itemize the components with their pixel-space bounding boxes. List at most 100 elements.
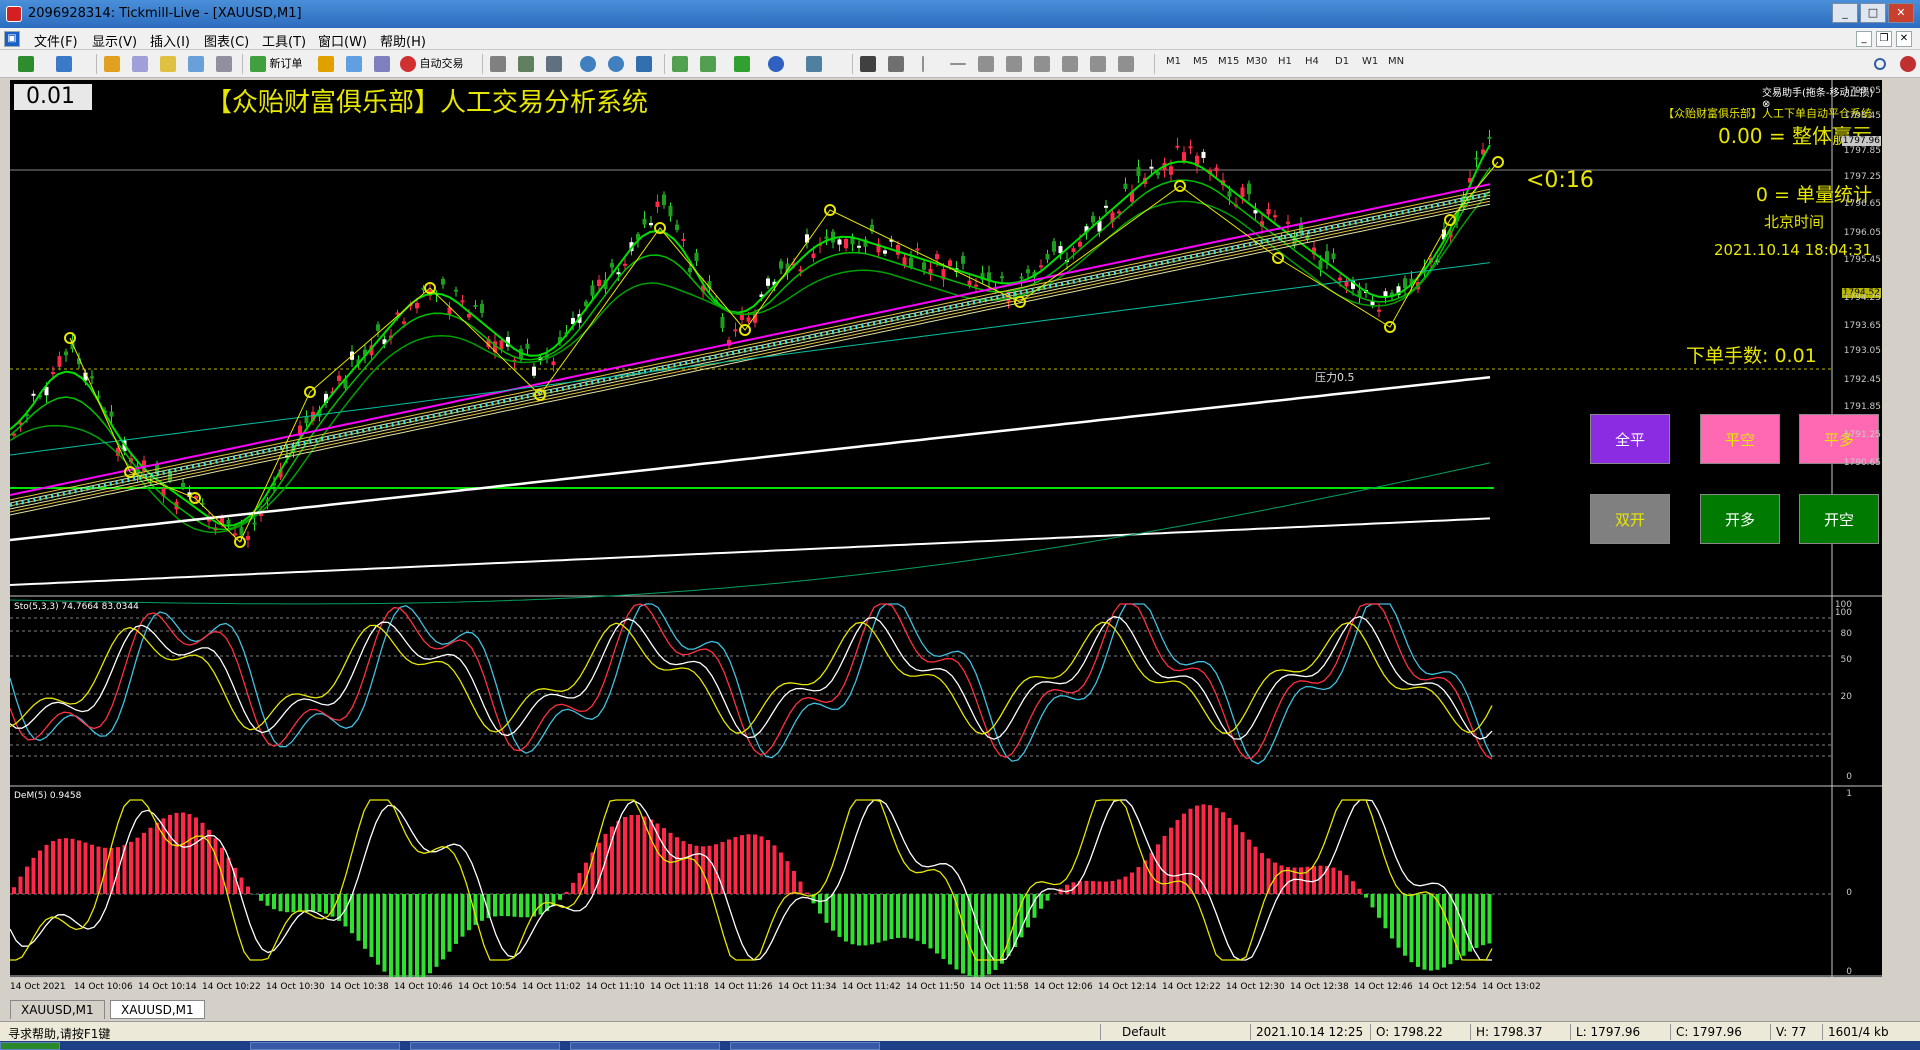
- taskbar-item[interactable]: [730, 1042, 880, 1050]
- child-restore-icon[interactable]: ❐: [1876, 31, 1892, 47]
- arrows-icon[interactable]: [1118, 55, 1134, 73]
- dem-bar: [779, 852, 783, 894]
- menu-insert[interactable]: 插入(I): [150, 31, 190, 50]
- profiles-icon[interactable]: [56, 55, 72, 73]
- data-window-icon[interactable]: [132, 55, 148, 73]
- bar-chart-icon[interactable]: [490, 55, 506, 73]
- child-minimize-icon[interactable]: _: [1856, 31, 1872, 47]
- dem-bar: [727, 839, 731, 894]
- minimize-button[interactable]: _: [1832, 3, 1858, 23]
- menu-view[interactable]: 显示(V): [92, 31, 137, 50]
- tf-w1[interactable]: W1: [1362, 56, 1378, 67]
- close-button[interactable]: ✕: [1888, 3, 1914, 23]
- periods-icon[interactable]: [768, 55, 784, 73]
- trendline-icon[interactable]: [978, 55, 994, 73]
- dem-bar: [1403, 894, 1407, 956]
- line-chart-icon[interactable]: [546, 55, 562, 73]
- dem-bar: [558, 894, 562, 900]
- taskbar-item[interactable]: [570, 1042, 720, 1050]
- auto-scroll-icon[interactable]: [672, 55, 688, 73]
- dem-bar: [187, 814, 192, 894]
- fibonacci-icon[interactable]: [1034, 55, 1050, 73]
- metaeditor-icon[interactable]: [318, 55, 334, 73]
- terminal-icon[interactable]: [188, 55, 204, 73]
- horizontal-line-icon[interactable]: [950, 55, 966, 73]
- dem-bar: [44, 844, 49, 894]
- tile-windows-icon[interactable]: [636, 55, 652, 73]
- maximize-button[interactable]: □: [1860, 3, 1886, 23]
- lot-size-box[interactable]: 0.01: [14, 84, 92, 110]
- crosshair-icon[interactable]: [888, 55, 904, 73]
- menu-file[interactable]: 文件(F): [34, 31, 78, 50]
- tf-m5[interactable]: M5: [1193, 56, 1208, 67]
- close-all-button[interactable]: 全平: [1590, 414, 1670, 464]
- close-short-button[interactable]: 平空: [1700, 414, 1780, 464]
- zoom-out-icon[interactable]: [608, 55, 624, 73]
- tf-m1[interactable]: M1: [1166, 56, 1181, 67]
- candle: [1240, 187, 1245, 197]
- tf-d1[interactable]: D1: [1335, 56, 1349, 67]
- dem-bar: [96, 846, 101, 894]
- child-close-icon[interactable]: ✕: [1896, 31, 1912, 47]
- tf-h1[interactable]: H1: [1278, 56, 1292, 67]
- sto-tick: 0: [1846, 772, 1852, 782]
- candle: [915, 248, 920, 251]
- taskbar-item[interactable]: [250, 1042, 400, 1050]
- tf-mn[interactable]: MN: [1388, 56, 1404, 67]
- dem-bar: [265, 894, 270, 906]
- channel-icon[interactable]: [1006, 55, 1022, 73]
- open-long-button[interactable]: 开多: [1700, 494, 1780, 544]
- menu-window[interactable]: 窗口(W): [318, 31, 367, 50]
- candle: [551, 361, 556, 366]
- navigator-icon[interactable]: [160, 55, 176, 73]
- candlestick-icon[interactable]: [518, 55, 534, 73]
- dem-bar: [317, 894, 322, 912]
- new-chart-icon[interactable]: [18, 55, 34, 73]
- dem-bar: [1123, 876, 1128, 894]
- taskbar-item[interactable]: [410, 1042, 560, 1050]
- dem-bar: [1156, 844, 1160, 894]
- candle: [1136, 167, 1141, 176]
- dem-bar: [1474, 894, 1479, 948]
- open-short-button[interactable]: 开空: [1799, 494, 1879, 544]
- tf-m15[interactable]: M15: [1218, 56, 1239, 67]
- dem-bar: [993, 894, 998, 970]
- dem-bar: [863, 894, 868, 946]
- dem-bar: [1162, 835, 1167, 894]
- vertical-line-icon[interactable]: [922, 55, 924, 73]
- candle: [1000, 276, 1004, 279]
- chart-window[interactable]: 0.01 【众贻财富俱乐部】人工交易分析系统 交易助手(拖条-移动止损) ⊗ 【…: [10, 80, 1882, 978]
- indicators-icon[interactable]: [734, 55, 750, 73]
- text-icon[interactable]: [1062, 55, 1078, 73]
- tf-m30[interactable]: M30: [1246, 56, 1267, 67]
- price-tick: 1795.45: [1843, 255, 1881, 265]
- text-label-icon[interactable]: [1090, 55, 1106, 73]
- cursor-icon[interactable]: [860, 55, 876, 73]
- market-watch-icon[interactable]: [104, 55, 120, 73]
- candle: [1117, 211, 1121, 214]
- candle: [902, 257, 907, 266]
- dem-bar: [915, 894, 920, 941]
- open-both-button[interactable]: 双开: [1590, 494, 1670, 544]
- notification-icon[interactable]: [1900, 55, 1916, 73]
- tf-h4[interactable]: H4: [1305, 56, 1319, 67]
- menu-tools[interactable]: 工具(T): [262, 31, 306, 50]
- dem-bar: [1435, 894, 1440, 970]
- start-button[interactable]: [0, 1042, 60, 1050]
- dem-bar: [831, 894, 835, 931]
- market-icon[interactable]: [374, 55, 390, 73]
- auto-trading-button[interactable]: 自动交易: [400, 55, 464, 73]
- search-icon[interactable]: [1874, 55, 1886, 73]
- tab-chart-2[interactable]: XAUUSD,M1: [110, 1000, 205, 1019]
- dem-bar: [694, 845, 699, 894]
- signals-icon[interactable]: [346, 55, 362, 73]
- templates-icon[interactable]: [806, 55, 822, 73]
- dem-bar: [389, 894, 393, 978]
- tab-chart-1[interactable]: XAUUSD,M1: [10, 1000, 105, 1019]
- new-order-button[interactable]: 新订单: [250, 55, 303, 73]
- chart-shift-icon[interactable]: [700, 55, 716, 73]
- tester-icon[interactable]: [216, 55, 232, 73]
- menu-help[interactable]: 帮助(H): [380, 31, 426, 50]
- zoom-in-icon[interactable]: [580, 55, 596, 73]
- menu-chart[interactable]: 图表(C): [204, 31, 249, 50]
